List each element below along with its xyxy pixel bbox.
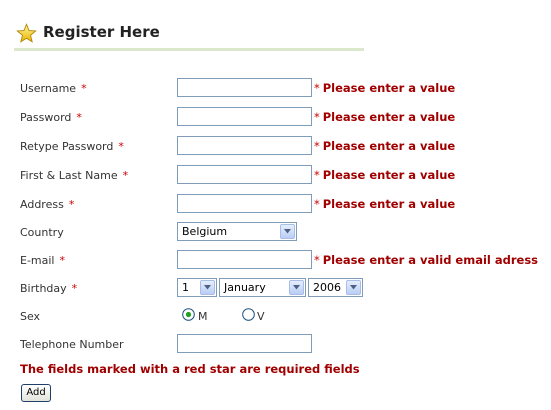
username-row: Username * * Please enter a value	[0, 78, 551, 100]
birthday-day-select[interactable]: 1	[177, 278, 217, 297]
address-label: Address *	[20, 198, 75, 211]
error-marker: *	[314, 139, 320, 153]
country-row: Country Belgium	[0, 222, 551, 244]
name-input[interactable]	[177, 165, 312, 184]
retype-password-label: Retype Password *	[20, 140, 124, 153]
username-error: * Please enter a value	[314, 81, 456, 95]
password-error: * Please enter a value	[314, 110, 456, 124]
name-label: First & Last Name *	[20, 169, 129, 182]
required-marker: *	[71, 282, 78, 295]
required-marker: *	[59, 254, 66, 267]
sex-option-m-label: M	[198, 310, 208, 323]
email-error: * Please enter a valid email adress	[314, 253, 539, 267]
add-button[interactable]: Add	[21, 384, 51, 402]
username-label: Username *	[20, 82, 87, 95]
birthday-month-value: January	[224, 281, 266, 294]
sex-radio-m[interactable]	[182, 308, 195, 321]
chevron-down-icon[interactable]	[200, 280, 215, 295]
birthday-day-value: 1	[182, 281, 189, 294]
password-row: Password * * Please enter a value	[0, 107, 551, 129]
page-title: Register Here	[43, 23, 160, 41]
email-row: E-mail * * Please enter a valid email adre…	[0, 250, 551, 272]
chevron-down-icon[interactable]	[289, 280, 304, 295]
required-fields-note: The fields marked with a red star are re…	[20, 362, 360, 376]
sex-row: Sex M V	[0, 306, 551, 328]
retype-password-row: Retype Password * * Please enter a value	[0, 136, 551, 158]
country-selected: Belgium	[182, 225, 228, 238]
name-error: * Please enter a value	[314, 168, 456, 182]
chevron-down-icon[interactable]	[346, 280, 361, 295]
star-icon	[16, 23, 37, 43]
retype-password-error: * Please enter a value	[314, 139, 456, 153]
sex-radio-v[interactable]	[242, 308, 255, 321]
email-label: E-mail *	[20, 254, 65, 267]
chevron-down-icon[interactable]	[280, 224, 295, 239]
required-marker: *	[118, 140, 124, 153]
birthday-year-value: 2006	[313, 281, 341, 294]
address-row: Address * * Please enter a value	[0, 194, 551, 216]
password-label: Password *	[20, 111, 82, 124]
title-divider	[14, 48, 364, 51]
retype-password-input[interactable]	[177, 136, 312, 155]
password-input[interactable]	[177, 107, 312, 126]
required-marker: *	[76, 111, 82, 124]
email-input[interactable]	[177, 250, 312, 269]
telephone-label: Telephone Number	[20, 338, 124, 351]
required-marker: *	[122, 169, 129, 182]
error-marker: *	[314, 81, 320, 95]
username-input[interactable]	[177, 78, 312, 97]
country-select[interactable]: Belgium	[177, 222, 297, 241]
error-marker: *	[314, 110, 320, 124]
country-label: Country	[20, 226, 64, 239]
error-marker: *	[314, 168, 320, 182]
sex-option-v-label: V	[257, 310, 265, 323]
name-row: First & Last Name * * Please enter a value	[0, 165, 551, 187]
telephone-row: Telephone Number	[0, 334, 551, 356]
required-marker: *	[68, 198, 75, 211]
address-error: * Please enter a value	[314, 197, 456, 211]
required-marker: *	[81, 82, 87, 95]
birthday-year-select[interactable]: 2006	[308, 278, 363, 297]
error-marker: *	[314, 197, 320, 211]
birthday-month-select[interactable]: January	[219, 278, 306, 297]
address-input[interactable]	[177, 194, 312, 213]
sex-label: Sex	[20, 310, 41, 323]
birthday-label: Birthday *	[20, 282, 78, 295]
telephone-input[interactable]	[177, 334, 312, 353]
birthday-row: Birthday * 1 January 2006	[0, 278, 551, 300]
error-marker: *	[314, 253, 320, 267]
